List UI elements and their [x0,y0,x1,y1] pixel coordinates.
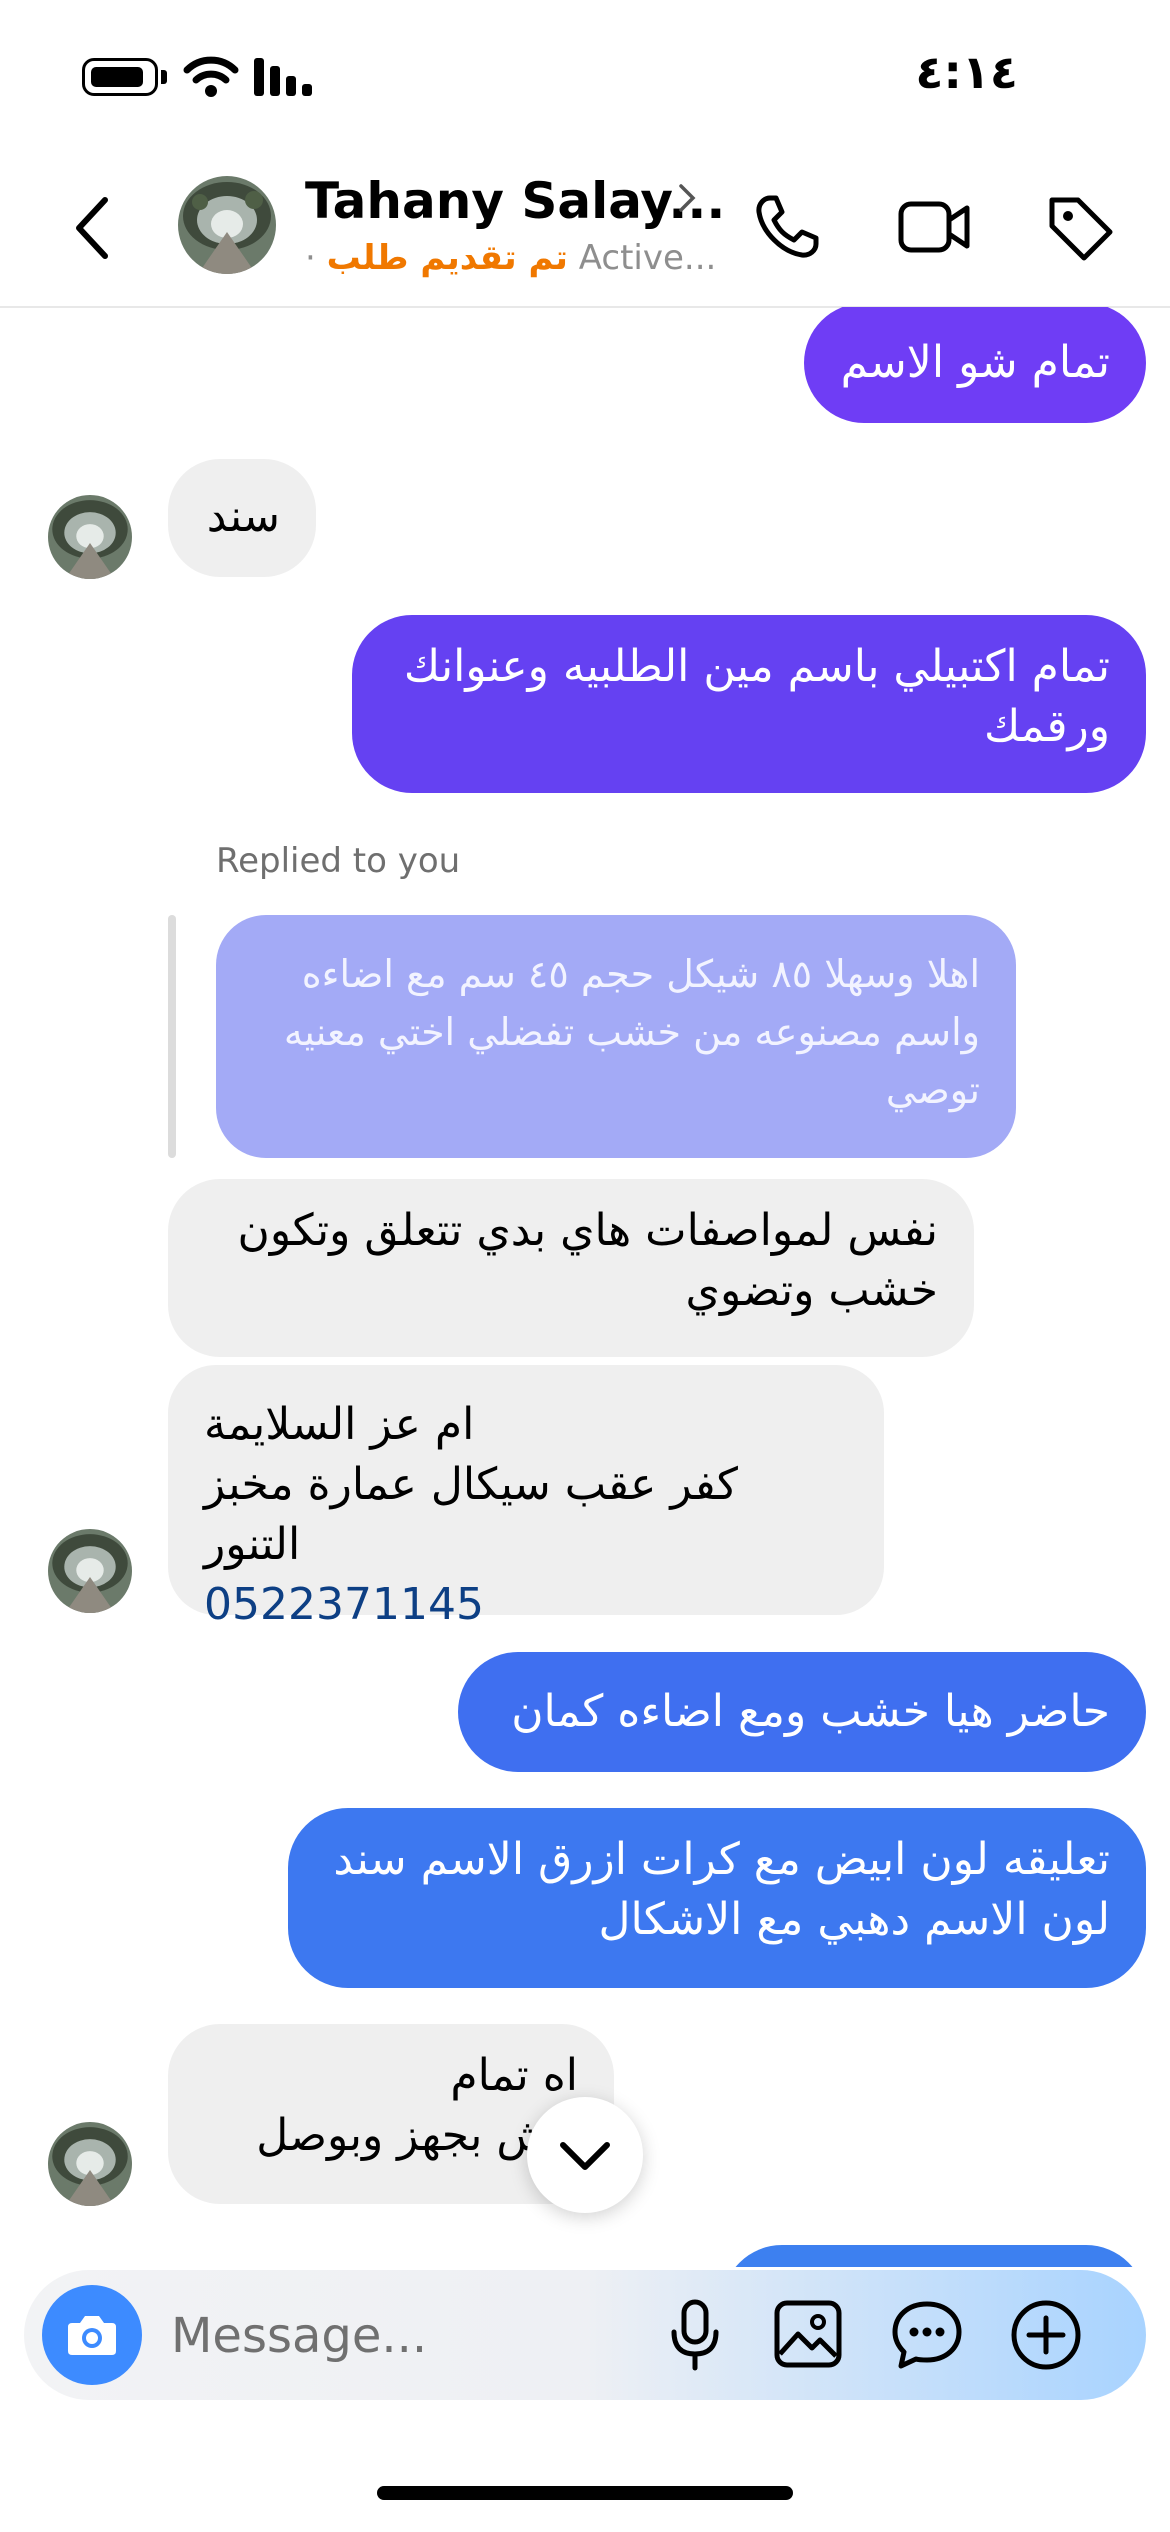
phone-icon[interactable] [752,192,822,262]
outgoing-message[interactable] [722,2245,1146,2267]
outgoing-message[interactable]: تمام شو الاسم [804,307,1146,423]
back-chevron-icon[interactable] [65,188,125,268]
incoming-message[interactable]: ام عز السلايمة كفر عقب سيكال عمارة مخبز … [168,1365,884,1630]
quoted-message[interactable]: اهلا وسهلا ٨٥ شيكل حجم ٤٥ سم مع اضاءه وا… [216,915,1016,1158]
message-composer [24,2270,1146,2400]
phone-number-link[interactable]: 0522371145 [204,1575,848,1635]
avatar[interactable] [178,176,276,274]
status-bar: ٤:١٤ [0,0,1170,150]
chevron-down-icon [560,2142,610,2170]
wifi-icon [183,56,239,97]
separator-dot: · [305,238,316,278]
incoming-message[interactable]: سند [168,459,316,577]
video-icon[interactable] [897,192,973,262]
signal-icon [254,58,312,96]
replied-label: Replied to you [216,841,461,881]
avatar[interactable] [48,1529,132,1613]
message-input[interactable] [169,2300,673,2372]
outgoing-message[interactable]: حاضر هيا خشب ومع اضاءه كمان [458,1652,1146,1772]
order-status-label: تم تقديم طلب [326,238,568,278]
home-indicator [377,2486,793,2500]
avatar[interactable] [48,495,132,579]
plus-circle-icon[interactable] [1009,2298,1083,2372]
avatar[interactable] [48,2122,132,2206]
sticker-chat-icon[interactable] [890,2298,964,2372]
status-time: ٤:١٤ [915,45,1018,99]
camera-icon [68,2316,116,2355]
tag-icon[interactable] [1044,192,1116,264]
microphone-icon[interactable] [664,2298,726,2372]
incoming-message[interactable]: نفس لمواصفات هاي بدي تتعلق وتكون خشب وتض… [168,1179,974,1357]
scroll-to-bottom-button[interactable] [527,2097,643,2213]
contact-subtitle: · تم تقديم طلب Active... [305,238,716,278]
camera-button[interactable] [42,2285,142,2385]
image-icon[interactable] [772,2298,844,2370]
chat-header: Tahany Salay... · تم تقديم طلب Active... [0,150,1170,308]
activity-status: Active... [578,238,717,278]
battery-icon [82,58,158,96]
outgoing-message[interactable]: تعليقه لون ابيض مع كرات ازرق الاسم سند ل… [288,1808,1146,1988]
reply-bar [168,915,176,1158]
chevron-right-icon[interactable] [675,180,699,216]
message-thread[interactable]: تمام شو الاسم سند تمام اكتبيلي باسم مين … [0,307,1170,2267]
contact-name[interactable]: Tahany Salay... [305,172,725,230]
outgoing-message[interactable]: تمام اكتبيلي باسم مين الطلبيه وعنوانك ور… [352,615,1146,793]
